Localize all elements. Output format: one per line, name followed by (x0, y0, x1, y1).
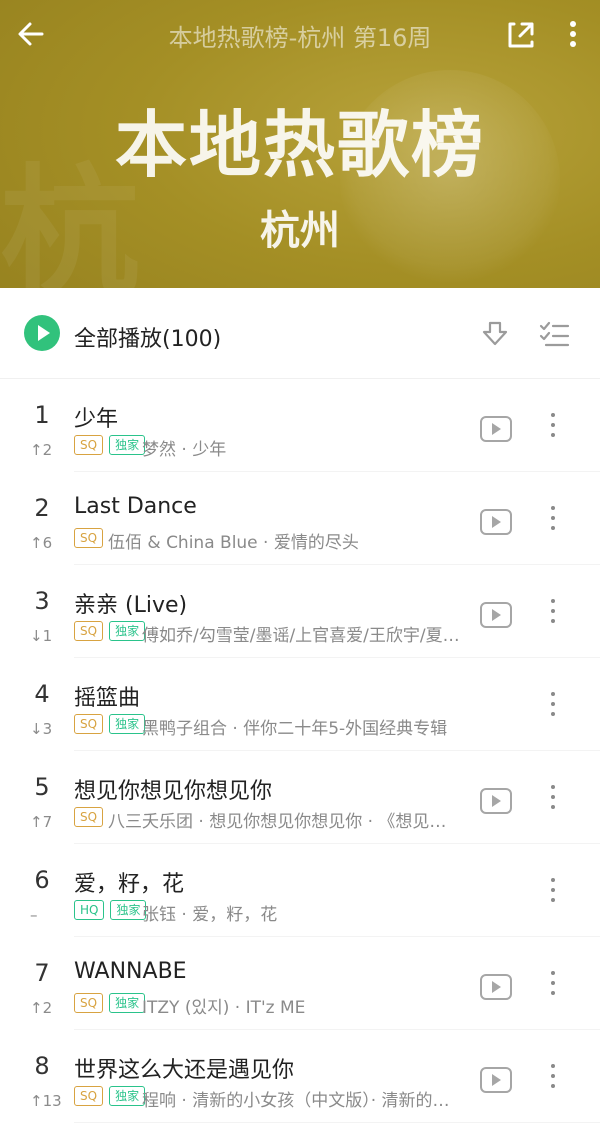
rank-trend: ↑7 (30, 813, 53, 831)
song-rank: 4 (34, 680, 50, 708)
exclusive-badge: 独家 (109, 435, 146, 455)
more-vertical-icon[interactable] (544, 688, 560, 720)
song-meta: ITZY (있지) · IT'z ME (142, 998, 306, 1018)
rank-trend: ↑6 (30, 534, 53, 552)
song-rank: 8 (34, 1052, 50, 1080)
sq-badge: SQ (74, 621, 104, 641)
song-row[interactable]: 1 少年 ↑2 SQ 独家 梦然 · 少年 (0, 379, 600, 472)
rank-trend: ↑13 (30, 1092, 62, 1110)
song-badges: SQ 独家 (74, 993, 146, 1013)
play-all-label[interactable]: 全部播放(100) (74, 321, 221, 353)
song-rank: 7 (34, 959, 50, 987)
song-rank: 6 (34, 866, 50, 894)
mv-play-icon[interactable] (480, 1067, 512, 1093)
mv-play-icon[interactable] (480, 788, 512, 814)
rank-trend: ↓1 (30, 627, 53, 645)
exclusive-badge: 独家 (109, 621, 146, 641)
sq-badge: SQ (74, 435, 104, 455)
song-row[interactable]: 4 摇篮曲 ↓3 SQ 独家 黑鸭子组合 · 伴你二十年5-外国经典专辑 (0, 658, 600, 751)
song-title[interactable]: 摇篮曲 (74, 680, 140, 712)
song-row[interactable]: 6 爱，籽，花 – HQ 独家 张钰 · 爱，籽，花 (0, 844, 600, 937)
song-meta: 梦然 · 少年 (142, 440, 227, 460)
mv-play-icon[interactable] (480, 974, 512, 1000)
sq-badge: SQ (74, 1086, 104, 1106)
download-icon[interactable] (480, 318, 510, 348)
more-vertical-icon[interactable] (544, 1060, 560, 1092)
multiselect-icon[interactable] (538, 318, 570, 348)
more-vertical-icon[interactable] (544, 502, 560, 534)
more-vertical-icon[interactable] (562, 16, 584, 52)
song-rank: 1 (34, 401, 50, 429)
sq-badge: SQ (74, 993, 104, 1013)
mv-play-icon[interactable] (480, 416, 512, 442)
song-title[interactable]: 爱，籽，花 (74, 866, 184, 898)
song-title[interactable]: 少年 (74, 401, 118, 433)
song-meta: 八三夭乐团 · 想见你想见你想见你 · 《想见… (108, 812, 447, 832)
rank-trend: ↑2 (30, 441, 53, 459)
song-title[interactable]: Last Dance (74, 494, 197, 519)
mv-play-icon[interactable] (480, 602, 512, 628)
song-meta: 伍佰 & China Blue · 爱情的尽头 (108, 533, 359, 553)
exclusive-badge: 独家 (109, 993, 146, 1013)
more-vertical-icon[interactable] (544, 874, 560, 906)
rank-trend: ↓3 (30, 720, 53, 738)
more-vertical-icon[interactable] (544, 967, 560, 999)
song-badges: SQ (74, 807, 104, 827)
song-meta: 傅如乔/勾雪莹/墨谣/上官喜爱/王欣宇/夏… (142, 626, 460, 646)
song-meta: 程响 · 清新的小女孩（中文版）· 清新的… (142, 1091, 450, 1111)
mv-play-icon[interactable] (480, 509, 512, 535)
song-rank: 3 (34, 587, 50, 615)
song-title[interactable]: 想见你想见你想见你 (74, 773, 272, 805)
hq-badge: HQ (74, 900, 105, 920)
song-badges: SQ 独家 (74, 621, 146, 641)
song-row[interactable]: 2 Last Dance ↑6 SQ 伍佰 & China Blue · 爱情的… (0, 472, 600, 565)
song-title[interactable]: 亲亲 (Live) (74, 587, 187, 619)
song-badges: SQ 独家 (74, 714, 146, 734)
song-row[interactable]: 3 亲亲 (Live) ↓1 SQ 独家 傅如乔/勾雪莹/墨谣/上官喜爱/王欣宇… (0, 565, 600, 658)
sq-badge: SQ (74, 714, 104, 734)
song-badges: HQ 独家 (74, 900, 147, 920)
more-vertical-icon[interactable] (544, 409, 560, 441)
song-title[interactable]: WANNABE (74, 959, 187, 984)
sq-badge: SQ (74, 528, 104, 548)
song-rank: 5 (34, 773, 50, 801)
sq-badge: SQ (74, 807, 104, 827)
song-badges: SQ 独家 (74, 1086, 146, 1106)
song-title[interactable]: 世界这么大还是遇见你 (74, 1052, 294, 1084)
chart-city: 杭州 (260, 208, 340, 254)
song-row[interactable]: 8 世界这么大还是遇见你 ↑13 SQ 独家 程响 · 清新的小女孩（中文版）·… (0, 1030, 600, 1123)
chart-title: 本地热歌榜 (114, 103, 485, 187)
song-list: 1 少年 ↑2 SQ 独家 梦然 · 少年 2 Last Dance ↑6 SQ… (0, 379, 600, 1123)
song-rank: 2 (34, 494, 50, 522)
exclusive-badge: 独家 (109, 714, 146, 734)
rank-trend: ↑2 (30, 999, 53, 1017)
song-meta: 黑鸭子组合 · 伴你二十年5-外国经典专辑 (142, 719, 448, 739)
exclusive-badge: 独家 (109, 1086, 146, 1106)
song-meta: 张钰 · 爱，籽，花 (142, 905, 278, 925)
song-row[interactable]: 7 WANNABE ↑2 SQ 独家 ITZY (있지) · IT'z ME (0, 937, 600, 1030)
rank-trend: – (30, 906, 38, 924)
play-circle-icon[interactable] (24, 315, 60, 351)
play-all-row[interactable]: 全部播放(100) (0, 288, 600, 379)
song-badges: SQ 独家 (74, 435, 146, 455)
chart-header: 杭 本地热歌榜-杭州 第16周 本地热歌榜 杭州 (0, 0, 600, 288)
song-row[interactable]: 5 想见你想见你想见你 ↑7 SQ 八三夭乐团 · 想见你想见你想见你 · 《想… (0, 751, 600, 844)
share-icon[interactable] (504, 16, 540, 52)
more-vertical-icon[interactable] (544, 781, 560, 813)
more-vertical-icon[interactable] (544, 595, 560, 627)
song-badges: SQ (74, 528, 104, 548)
